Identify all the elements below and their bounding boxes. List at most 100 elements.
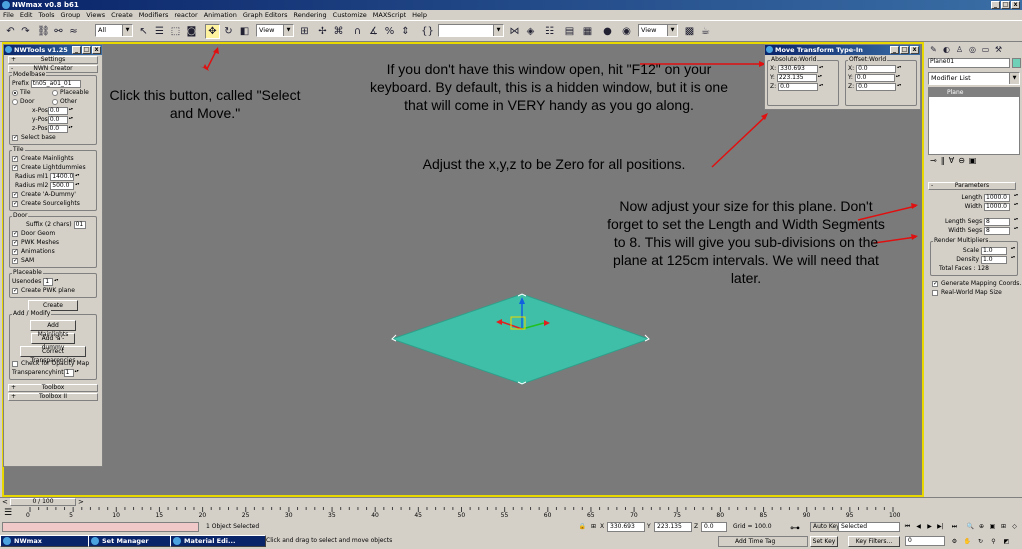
render-type-dropdown[interactable]: View ▼ (638, 24, 678, 37)
menu-tools[interactable]: Tools (38, 10, 54, 20)
correct-transparencies-button[interactable]: Correct Transparencies (20, 346, 86, 364)
status-y-field[interactable]: 223.135 (654, 522, 692, 532)
material-editor-icon[interactable]: ● (600, 24, 615, 39)
motion-tab-icon[interactable]: ◎ (967, 44, 978, 55)
door-radio[interactable] (12, 98, 18, 105)
menu-edit[interactable]: Edit (20, 10, 33, 20)
toolbox2-rollout[interactable]: + Toolbox II (8, 393, 98, 401)
placeable-radio[interactable] (52, 89, 58, 96)
zoom-icon[interactable]: 🔍 (966, 522, 975, 531)
spinner-icon[interactable]: ▴▾ (1014, 193, 1018, 201)
minimize-button[interactable]: _ (72, 46, 81, 54)
spinner-icon[interactable]: ▴▾ (818, 73, 822, 82)
abs-x-input[interactable]: 330.693 (778, 64, 819, 73)
add-mainlights-button[interactable]: Add Mainlights (30, 320, 76, 338)
set-key-button[interactable]: Set Key (810, 536, 838, 547)
key-filters-button[interactable]: Key Filters... (848, 536, 900, 547)
spinner-icon[interactable]: ▴▾ (1011, 246, 1015, 254)
create-lightdummies-checkbox[interactable]: ✓ (12, 164, 18, 171)
menu-modifiers[interactable]: Modifiers (139, 10, 169, 20)
bind-space-warp-icon[interactable]: ≈ (66, 24, 81, 39)
menu-group[interactable]: Group (61, 10, 81, 20)
absolute-mode-icon[interactable]: ⊞ (589, 522, 598, 531)
spinner-icon[interactable]: ▴▾ (819, 82, 823, 91)
animations-checkbox[interactable]: ✓ (12, 248, 18, 255)
menu-customize[interactable]: Customize (333, 10, 367, 20)
radius-ml2-input[interactable]: 500.0 (50, 181, 75, 190)
spinner-icon[interactable]: ▴▾ (1014, 202, 1018, 210)
perspective-viewport[interactable]: Click this button, called "Select and Mo… (2, 42, 924, 497)
taskbar-set-manager[interactable]: Set Manager (88, 535, 182, 547)
generate-mapping-checkbox[interactable]: ✓ (932, 280, 938, 287)
minimize-button[interactable]: _ (991, 1, 1000, 9)
hierarchy-tab-icon[interactable]: ♙ (954, 44, 965, 55)
quick-render-icon[interactable]: ▩ (682, 24, 697, 39)
curve-editor-icon[interactable]: ▤ (562, 24, 577, 39)
taskbar-material-editor[interactable]: Material Edi... (170, 535, 266, 547)
modifier-stack[interactable]: Plane (928, 87, 1020, 155)
time-slider[interactable]: < 0 / 100 > (0, 497, 1022, 507)
make-unique-icon[interactable]: ∀ (949, 156, 954, 168)
window-crossing-icon[interactable]: ◙ (184, 24, 199, 39)
spinner-icon[interactable]: ▴▾ (54, 277, 58, 286)
create-sourcelights-checkbox[interactable]: ✓ (12, 200, 18, 207)
close-button[interactable]: x (1011, 1, 1020, 9)
zoom-extents-all-icon[interactable]: ⊞ (999, 522, 1008, 531)
reference-coordinate-dropdown[interactable]: View ▼ (256, 24, 294, 37)
maximize-button[interactable]: □ (900, 46, 909, 54)
key-icon[interactable]: ⊶ (790, 524, 800, 534)
menu-views[interactable]: Views (86, 10, 105, 20)
spinner-icon[interactable]: ▴▾ (75, 172, 79, 181)
select-by-name-icon[interactable]: ☰ (152, 24, 167, 39)
create-pwk-plane-checkbox[interactable]: ✓ (12, 287, 18, 294)
off-x-input[interactable]: 0.0 (856, 64, 897, 73)
show-end-result-icon[interactable]: ‖ (941, 156, 945, 168)
menu-file[interactable]: File (3, 10, 14, 20)
close-button[interactable]: x (92, 46, 101, 54)
spinner-snap-icon[interactable]: ⇕ (398, 24, 413, 39)
time-next-icon[interactable]: > (78, 498, 84, 506)
usenodes-input[interactable]: 1 (43, 277, 54, 286)
spinner-icon[interactable]: ▴▾ (69, 115, 73, 124)
status-z-field[interactable]: 0.0 (701, 522, 727, 532)
sam-checkbox[interactable]: ✓ (12, 257, 18, 264)
walk-through-icon[interactable]: ⚲ (989, 537, 998, 546)
edit-named-selection-icon[interactable]: {} (420, 24, 435, 39)
select-manipulate-icon[interactable]: ✢ (315, 24, 330, 39)
utilities-tab-icon[interactable]: ⚒ (993, 44, 1004, 55)
maximize-button[interactable]: □ (1001, 1, 1010, 9)
spinner-icon[interactable]: ▴▾ (1011, 255, 1015, 263)
density-input[interactable]: 1.0 (981, 255, 1007, 264)
pwk-meshes-checkbox[interactable]: ✓ (12, 239, 18, 246)
scale-input[interactable]: 1.0 (981, 246, 1007, 255)
settings-rollout[interactable]: + Settings (8, 56, 98, 64)
select-and-move-button[interactable]: ✥ (205, 24, 220, 39)
rectangular-selection-icon[interactable]: ⬚ (168, 24, 183, 39)
spinner-icon[interactable]: ▴▾ (1014, 226, 1018, 234)
status-x-field[interactable]: 330.693 (607, 522, 645, 532)
modify-tab-icon[interactable]: ◐ (941, 44, 952, 55)
time-config-icon[interactable]: ⚙ (950, 537, 959, 546)
off-z-input[interactable]: 0.0 (856, 82, 897, 91)
zoom-all-icon[interactable]: ⊕ (977, 522, 986, 531)
menu-create[interactable]: Create (111, 10, 133, 20)
redo-icon[interactable]: ↷ (18, 24, 33, 39)
maximize-button[interactable]: □ (82, 46, 91, 54)
remove-modifier-icon[interactable]: ⊖ (958, 156, 965, 168)
configure-sets-icon[interactable]: ▣ (969, 156, 977, 168)
ypos-input[interactable]: 0.0 (47, 115, 68, 124)
minimize-button[interactable]: _ (890, 46, 899, 54)
lock-selection-icon[interactable]: 🔒 (578, 522, 587, 531)
parameters-rollout[interactable]: - Parameters (928, 182, 1016, 190)
real-world-map-checkbox[interactable] (932, 289, 938, 296)
next-frame-icon[interactable]: ▶| (936, 522, 945, 531)
menu-reactor[interactable]: reactor (174, 10, 197, 20)
percent-snap-icon[interactable]: % (382, 24, 397, 39)
length-input[interactable]: 1000.0 (984, 193, 1010, 202)
spinner-icon[interactable]: ▴▾ (897, 82, 901, 91)
length-segs-input[interactable]: 8 (984, 217, 1010, 226)
maxscript-listener[interactable] (2, 522, 199, 532)
stack-item-plane[interactable]: Plane (929, 88, 1019, 97)
mirror-icon[interactable]: ⋈ (507, 24, 522, 39)
abs-y-input[interactable]: 223.135 (776, 73, 817, 82)
